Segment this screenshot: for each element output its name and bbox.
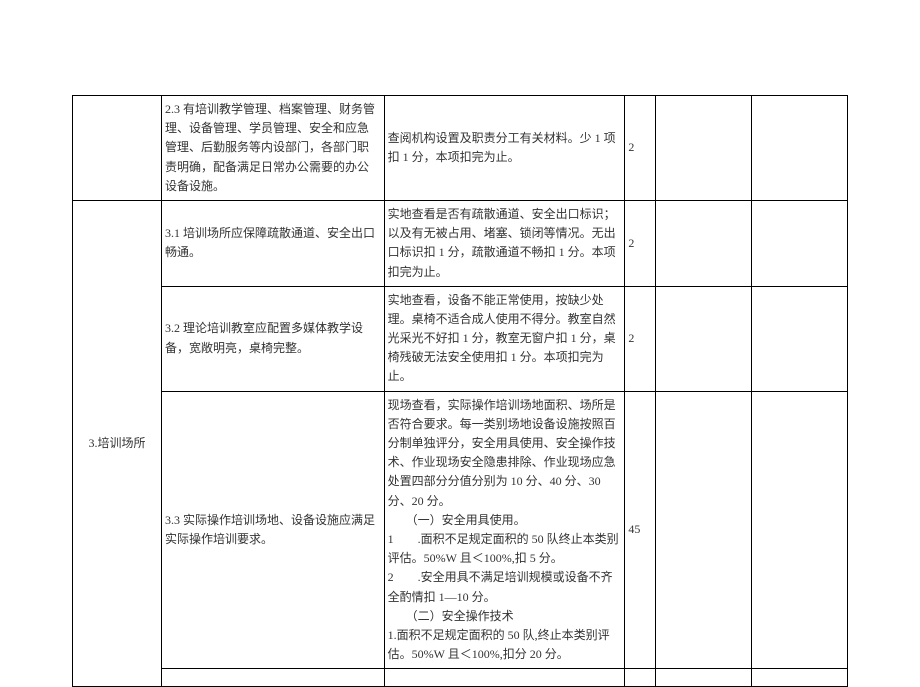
table-row: 3.3 实际操作培训场地、设备设施应满足实际操作培训要求。 现场查看，实际操作培… [73, 391, 848, 669]
table-row: 3.2 理论培训教室应配置多媒体教学设备，宽敞明亮，桌椅完整。 实地查看，设备不… [73, 286, 848, 391]
score-cell: 45 [625, 391, 655, 669]
blank-cell [751, 286, 847, 391]
table-row [73, 669, 848, 687]
criteria-cell: 查阅机构设置及职责分工有关材料。少 1 项扣 1 分，本项扣完为止。 [384, 96, 625, 201]
item-cell: 3.3 实际操作培训场地、设备设施应满足实际操作培训要求。 [162, 391, 385, 669]
criteria-text: （二）安全操作技术 [388, 607, 622, 626]
blank-cell [655, 96, 751, 201]
category-cell: 3.培训场所 [73, 200, 162, 686]
blank-cell [751, 200, 847, 286]
criteria-cell [384, 669, 625, 687]
score-cell: 2 [625, 286, 655, 391]
table-row: 2.3 有培训教学管理、档案管理、财务管理、设备管理、学员管理、安全和应急管理、… [73, 96, 848, 201]
blank-cell [751, 669, 847, 687]
score-cell: 2 [625, 200, 655, 286]
score-cell [625, 669, 655, 687]
criteria-text: （一）安全用具使用。 [388, 511, 622, 530]
table-row: 3.培训场所 3.1 培训场所应保障疏散通道、安全出口畅通。 实地查看是否有疏散… [73, 200, 848, 286]
blank-cell [655, 669, 751, 687]
criteria-cell: 实地查看是否有疏散通道、安全出口标识；以及有无被占用、堵塞、锁闭等情况。无出口标… [384, 200, 625, 286]
evaluation-table: 2.3 有培训教学管理、档案管理、财务管理、设备管理、学员管理、安全和应急管理、… [72, 95, 848, 687]
blank-cell [751, 96, 847, 201]
criteria-text: 2 .安全用具不满足培训规模或设备不齐全酌情扣 1—10 分。 [388, 568, 622, 606]
criteria-text: 1.面积不足规定面积的 50 队,终止本类别评估。50%W 且＜100%,扣分 … [388, 626, 622, 664]
blank-cell [751, 391, 847, 669]
item-cell: 2.3 有培训教学管理、档案管理、财务管理、设备管理、学员管理、安全和应急管理、… [162, 96, 385, 201]
category-cell [73, 96, 162, 201]
criteria-text: 1 .面积不足规定面积的 50 队终止本类别评估。50%W 且＜100%,扣 5… [388, 530, 622, 568]
item-cell: 3.1 培训场所应保障疏散通道、安全出口畅通。 [162, 200, 385, 286]
blank-cell [655, 200, 751, 286]
item-cell: 3.2 理论培训教室应配置多媒体教学设备，宽敞明亮，桌椅完整。 [162, 286, 385, 391]
criteria-text: 现场查看，实际操作培训场地面积、场所是否符合要求。每一类别场地设备设施按照百分制… [388, 398, 616, 508]
score-cell: 2 [625, 96, 655, 201]
blank-cell [655, 391, 751, 669]
blank-cell [655, 286, 751, 391]
item-cell [162, 669, 385, 687]
criteria-cell: 现场查看，实际操作培训场地面积、场所是否符合要求。每一类别场地设备设施按照百分制… [384, 391, 625, 669]
criteria-cell: 实地查看，设备不能正常使用，按缺少处理。桌椅不适合成人使用不得分。教室自然光采光… [384, 286, 625, 391]
